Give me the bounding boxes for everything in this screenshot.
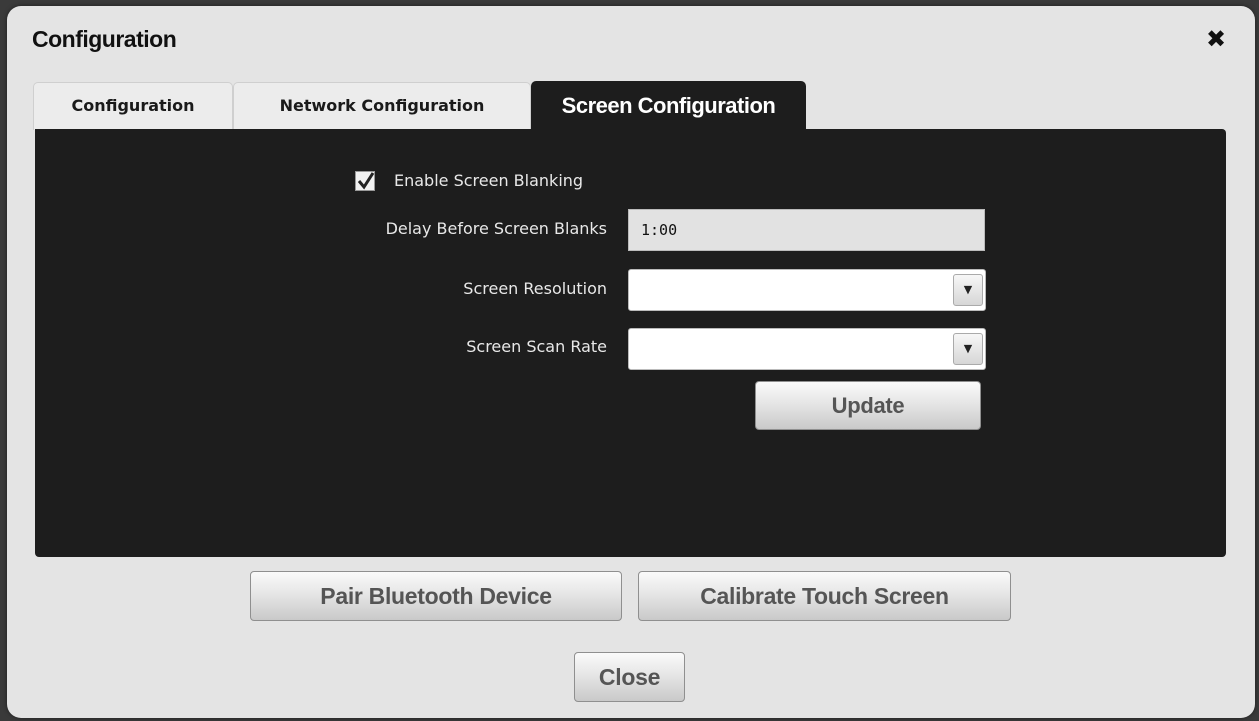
close-button[interactable]: Close — [574, 652, 685, 702]
delay-label: Delay Before Screen Blanks — [385, 219, 607, 238]
configuration-dialog: Configuration ✖ Configuration Network Co… — [7, 6, 1255, 718]
screen-resolution-label: Screen Resolution — [463, 279, 607, 298]
close-icon[interactable]: ✖ — [1204, 26, 1228, 52]
chevron-down-icon[interactable]: ▼ — [953, 274, 983, 306]
tab-network-configuration[interactable]: Network Configuration — [233, 82, 531, 130]
screen-resolution-select[interactable]: ▼ — [628, 269, 986, 311]
tab-screen-configuration[interactable]: Screen Configuration — [531, 81, 806, 131]
tab-configuration[interactable]: Configuration — [33, 82, 233, 130]
screen-scan-rate-label: Screen Scan Rate — [466, 337, 607, 356]
checkmark-icon — [357, 172, 375, 190]
screen-configuration-panel: Enable Screen Blanking Delay Before Scre… — [35, 129, 1226, 557]
dialog-title: Configuration — [32, 26, 177, 52]
calibrate-touch-screen-button[interactable]: Calibrate Touch Screen — [638, 571, 1011, 621]
enable-screen-blanking-label: Enable Screen Blanking — [394, 171, 584, 190]
pair-bluetooth-device-button[interactable]: Pair Bluetooth Device — [250, 571, 622, 621]
screen-scan-rate-select[interactable]: ▼ — [628, 328, 986, 370]
enable-screen-blanking-checkbox[interactable] — [355, 171, 375, 191]
update-button[interactable]: Update — [755, 381, 981, 430]
chevron-down-icon[interactable]: ▼ — [953, 333, 983, 365]
delay-input[interactable]: 1:00 — [628, 209, 985, 251]
